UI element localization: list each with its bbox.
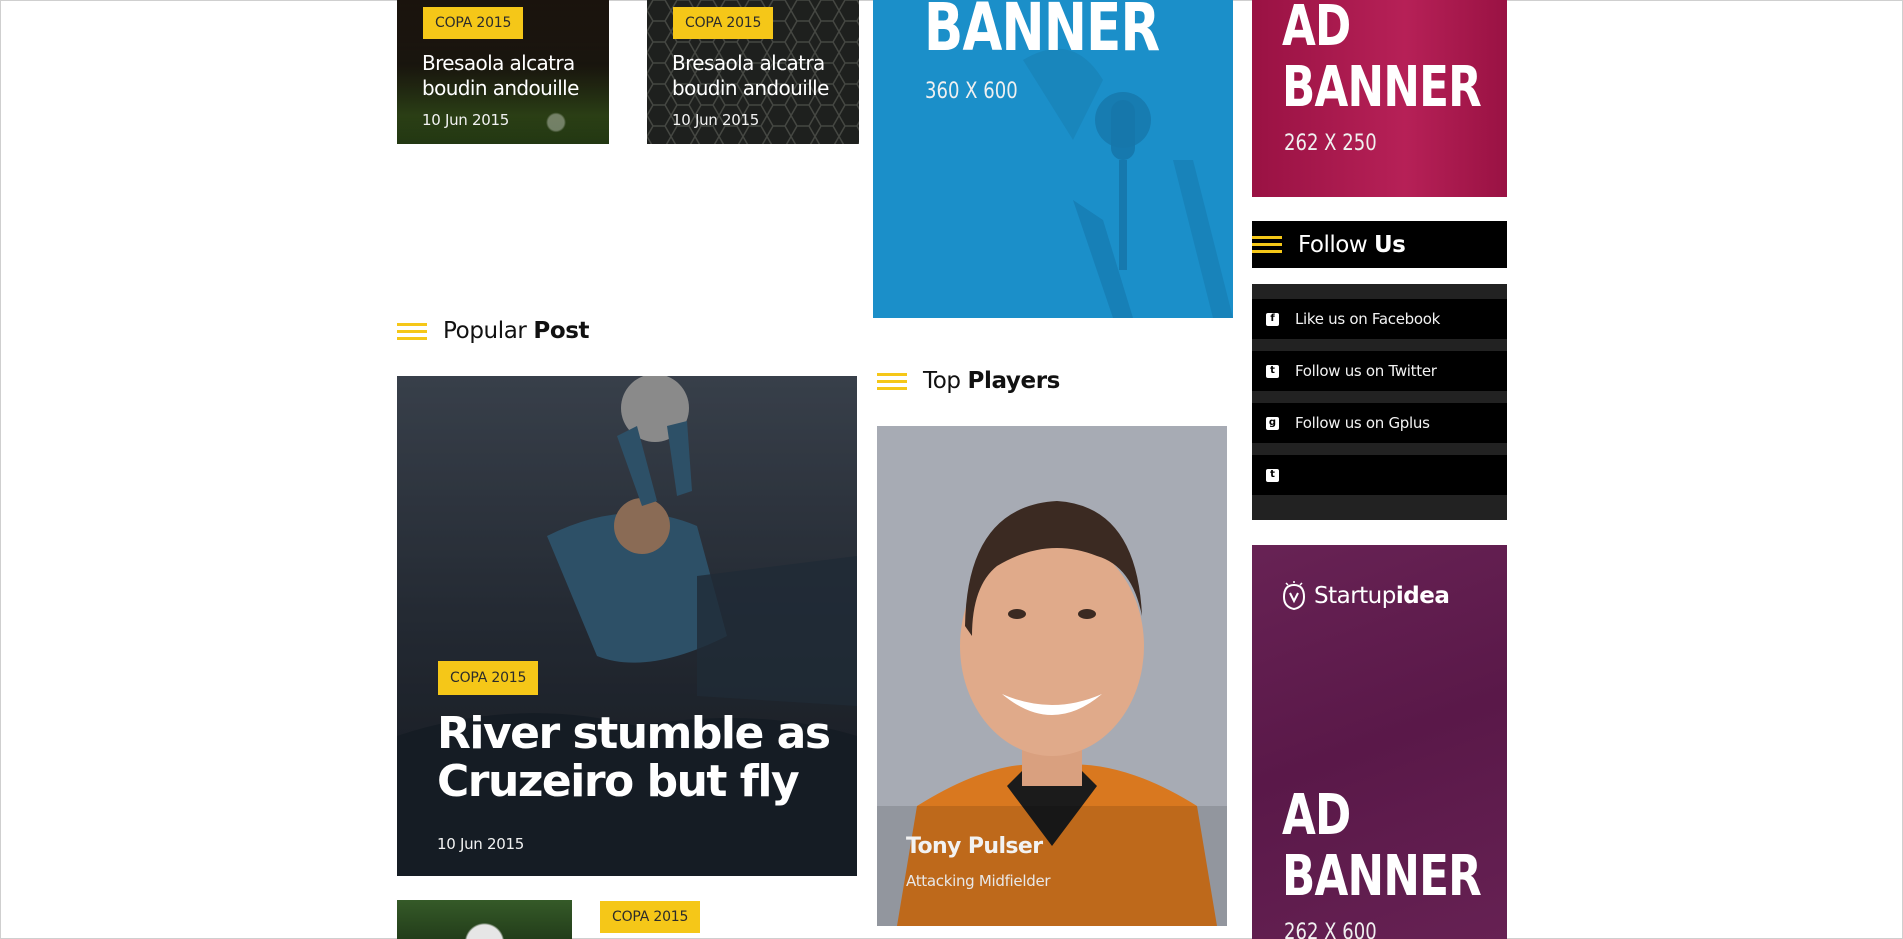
banner-line-1: AD [1282, 783, 1351, 848]
menu-bars-icon [877, 372, 907, 390]
lightbulb-icon [1282, 581, 1306, 611]
card-date: 10 Jun 2015 [672, 111, 759, 129]
ad-banner-large[interactable]: BANNER 360 X 600 [873, 0, 1233, 318]
popular-post-card[interactable]: COPA 2015 River stumble as Cruzeiro but … [397, 376, 857, 876]
banner-line-2: BANNER [1282, 55, 1482, 120]
banner-size: 262 X 600 [1284, 920, 1377, 939]
card-title[interactable]: Bresaola alcatra boudin andouille [422, 51, 602, 101]
news-card-thumb[interactable] [397, 900, 572, 939]
gplus-icon: g [1266, 416, 1279, 430]
brand-bold: idea [1395, 583, 1450, 609]
banner-size: 262 X 250 [1284, 131, 1377, 156]
category-tag[interactable]: COPA 2015 [673, 7, 774, 39]
brand-regular: Startup [1314, 583, 1396, 609]
follow-label: Like us on Facebook [1295, 310, 1440, 328]
follow-us-header: Follow Us [1252, 221, 1507, 268]
category-tag[interactable]: COPA 2015 [600, 901, 701, 933]
section-title-regular: Popular [443, 318, 527, 344]
banner-line-2: BANNER [1282, 844, 1482, 909]
twitter-icon: t [1266, 364, 1279, 378]
category-tag[interactable]: COPA 2015 [438, 661, 539, 695]
follow-label: Follow us on Gplus [1295, 414, 1430, 432]
top-players-header: Top Players [877, 368, 1060, 394]
player-position: Attacking Midfielder [906, 872, 1051, 890]
player-name[interactable]: Tony Pulser [906, 834, 1043, 859]
follow-panel: f Like us on Facebook t Follow us on Twi… [1252, 284, 1507, 520]
ad-banner-small[interactable]: AD BANNER 262 X 250 [1252, 0, 1507, 197]
section-title-regular: Top [923, 368, 961, 394]
news-card[interactable]: COPA 2015 Bresaola alcatra boudin andoui… [397, 0, 609, 144]
follow-label: Follow us on Twitter [1295, 362, 1437, 380]
popular-post-header: Popular Post [397, 318, 590, 344]
follow-title-regular: Follow [1298, 231, 1368, 258]
follow-facebook-link[interactable]: f Like us on Facebook [1252, 299, 1507, 339]
tumblr-icon: t [1266, 468, 1279, 482]
post-headline[interactable]: River stumble as Cruzeiro but fly [437, 710, 837, 806]
section-title-bold: Players [967, 368, 1061, 394]
follow-gplus-link[interactable]: g Follow us on Gplus [1252, 403, 1507, 443]
news-card[interactable]: COPA 2015 Bresaola alcatra boudin andoui… [647, 0, 859, 144]
post-date: 10 Jun 2015 [437, 835, 524, 853]
startup-logo: Startupidea [1282, 581, 1450, 611]
follow-tumblr-link[interactable]: t [1252, 455, 1507, 495]
banner-line-1: AD [1282, 0, 1351, 59]
ball-image [397, 900, 572, 939]
menu-bars-icon [397, 322, 427, 340]
banner-size: 360 X 600 [925, 79, 1018, 104]
section-title-bold: Post [533, 318, 590, 344]
card-title[interactable]: Bresaola alcatra boudin andouille [672, 51, 852, 101]
player-card[interactable]: Tony Pulser Attacking Midfielder [877, 426, 1227, 926]
menu-bars-icon [1252, 236, 1282, 253]
follow-title-bold: Us [1373, 231, 1406, 258]
ad-banner-startup[interactable]: Startupidea AD BANNER 262 X 600 [1252, 545, 1507, 939]
category-tag[interactable]: COPA 2015 [423, 7, 524, 39]
follow-twitter-link[interactable]: t Follow us on Twitter [1252, 351, 1507, 391]
banner-title: BANNER [924, 0, 1160, 66]
facebook-icon: f [1266, 312, 1279, 326]
card-date: 10 Jun 2015 [422, 111, 509, 129]
